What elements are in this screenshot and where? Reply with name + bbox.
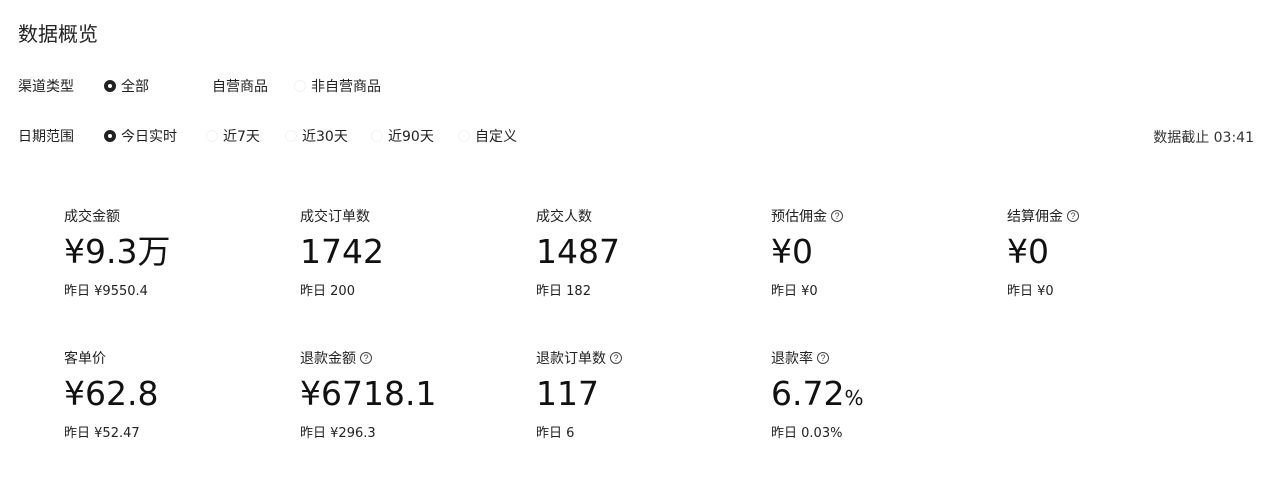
- metric-avg-order-value: 客单价 ¥62.8 昨日 ¥52.47: [64, 348, 264, 441]
- question-circle-icon[interactable]: ?: [610, 352, 622, 364]
- metric-prev-prefix: 昨日: [771, 426, 798, 441]
- metric-prev-value: 200: [330, 284, 355, 299]
- date-option-7days[interactable]: 近7天: [206, 126, 285, 146]
- metric-prev-value: ¥9550.4: [94, 284, 148, 299]
- metric-prev-value: 0.03%: [801, 426, 843, 441]
- metric-gmv: 成交金额 ¥9.3万 昨日 ¥9550.4: [64, 206, 264, 299]
- metric-value: 1487: [536, 232, 620, 271]
- metric-value: ¥6718.1: [300, 374, 437, 413]
- radio-checked-icon[interactable]: [104, 80, 116, 92]
- radio-unchecked-icon[interactable]: [206, 130, 218, 142]
- date-range-filter: 日期范围 今日实时 近7天 近30天 近90天 自定义: [18, 126, 517, 146]
- metric-prev-prefix: 昨日: [64, 426, 91, 441]
- metric-prev-prefix: 昨日: [771, 284, 798, 299]
- date-option-90days[interactable]: 近90天: [371, 126, 458, 146]
- metric-value-unit: %: [844, 386, 864, 410]
- metric-label: 成交金额: [64, 209, 120, 225]
- channel-option-all[interactable]: 全部: [104, 76, 195, 96]
- date-option-label: 自定义: [475, 129, 517, 145]
- metric-value: ¥0: [1007, 232, 1049, 271]
- metric-refund-rate: 退款率? 6.72% 昨日 0.03%: [771, 348, 971, 441]
- metric-prev-value: ¥0: [801, 284, 818, 299]
- metric-prev-prefix: 昨日: [1007, 284, 1034, 299]
- radio-unchecked-icon[interactable]: [458, 130, 470, 142]
- channel-type-filter: 渠道类型 全部 自营商品 非自营商品: [18, 76, 381, 96]
- metric-estimated-commission: 预估佣金? ¥0 昨日 ¥0: [771, 206, 971, 299]
- metric-prev-value: 182: [566, 284, 591, 299]
- metric-settled-commission: 结算佣金? ¥0 昨日 ¥0: [1007, 206, 1207, 299]
- metric-value: ¥62.8: [64, 374, 159, 413]
- metric-prev-prefix: 昨日: [536, 426, 563, 441]
- channel-option-non-self-operated[interactable]: 非自营商品: [294, 76, 381, 96]
- radio-checked-icon[interactable]: [104, 130, 116, 142]
- metric-value: ¥9.3万: [64, 232, 171, 271]
- metric-prev-prefix: 昨日: [536, 284, 563, 299]
- metric-label: 退款率: [771, 351, 813, 367]
- channel-option-label: 自营商品: [212, 79, 268, 95]
- radio-unchecked-icon[interactable]: [294, 80, 306, 92]
- metric-refund-amount: 退款金额? ¥6718.1 昨日 ¥296.3: [300, 348, 500, 441]
- metric-value: 117: [536, 374, 599, 413]
- radio-unchecked-icon[interactable]: [285, 130, 297, 142]
- metric-prev-value: ¥0: [1037, 284, 1054, 299]
- metric-label: 结算佣金: [1007, 209, 1063, 225]
- channel-option-self-operated[interactable]: 自营商品: [195, 76, 294, 96]
- date-option-30days[interactable]: 近30天: [285, 126, 371, 146]
- date-option-today[interactable]: 今日实时: [104, 126, 206, 146]
- metric-value: 6.72%: [771, 374, 971, 414]
- metric-value: ¥0: [771, 232, 813, 271]
- metric-prev-prefix: 昨日: [300, 426, 327, 441]
- date-range-label: 日期范围: [18, 129, 74, 145]
- metric-buyer-count: 成交人数 1487 昨日 182: [536, 206, 736, 299]
- metric-label: 退款金额: [300, 351, 356, 367]
- date-option-label: 近7天: [223, 129, 260, 145]
- metric-label: 成交人数: [536, 209, 592, 225]
- metric-label: 成交订单数: [300, 209, 370, 225]
- question-circle-icon[interactable]: ?: [831, 210, 843, 222]
- page-title: 数据概览: [18, 22, 98, 46]
- metric-label: 预估佣金: [771, 209, 827, 225]
- metric-value: 1742: [300, 232, 384, 271]
- metric-order-count: 成交订单数 1742 昨日 200: [300, 206, 500, 299]
- date-option-label: 近30天: [302, 129, 348, 145]
- metric-prev-value: 6: [566, 426, 575, 441]
- date-option-label: 近90天: [388, 129, 434, 145]
- metric-prev-prefix: 昨日: [300, 284, 327, 299]
- channel-type-label: 渠道类型: [18, 79, 74, 95]
- channel-option-label: 非自营商品: [311, 79, 381, 95]
- metric-prev-value: ¥296.3: [330, 426, 376, 441]
- question-circle-icon[interactable]: ?: [360, 352, 372, 364]
- question-circle-icon[interactable]: ?: [1067, 210, 1079, 222]
- metric-label: 退款订单数: [536, 351, 606, 367]
- metric-label: 客单价: [64, 351, 106, 367]
- question-circle-icon[interactable]: ?: [817, 352, 829, 364]
- metric-prev-prefix: 昨日: [64, 284, 91, 299]
- date-option-custom[interactable]: 自定义: [458, 126, 517, 146]
- channel-option-label: 全部: [121, 79, 149, 95]
- metric-prev-value: ¥52.47: [94, 426, 140, 441]
- metric-value-number: 6.72: [771, 374, 845, 413]
- radio-unchecked-icon[interactable]: [371, 130, 383, 142]
- metric-refund-order-count: 退款订单数? 117 昨日 6: [536, 348, 736, 441]
- data-deadline: 数据截止 03:41: [1153, 130, 1254, 146]
- date-option-label: 今日实时: [121, 129, 177, 145]
